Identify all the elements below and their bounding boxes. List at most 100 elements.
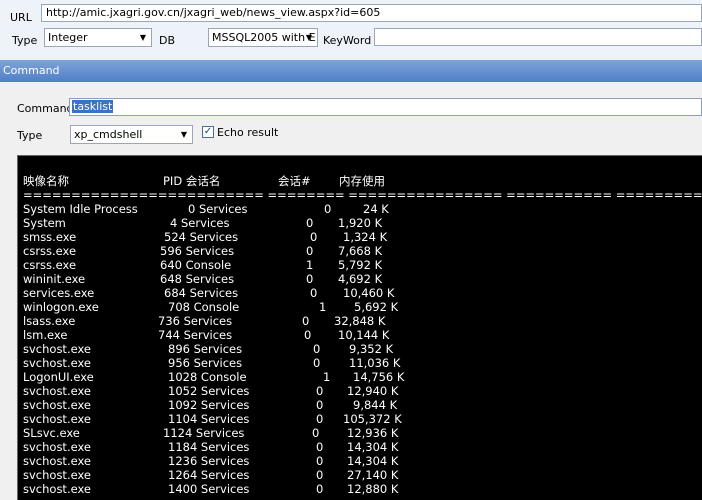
process-row: smss.exe 524 Services 0 1,324 K: [23, 230, 702, 244]
chevron-down-icon[interactable]: ▼: [178, 126, 190, 143]
process-mem-usage: 9,352 K: [349, 342, 394, 356]
command-type-select[interactable]: xp_cmdshell ▼: [70, 125, 193, 144]
process-row: csrss.exe 596 Services 0 7,668 K: [23, 244, 702, 258]
process-session-num: 1: [323, 370, 331, 384]
process-name: svchost.exe: [23, 454, 92, 468]
command-type-value: xp_cmdshell: [74, 128, 143, 141]
console-separator: ========================= ======== =====…: [23, 188, 702, 202]
process-pid-session: 596 Services: [160, 244, 235, 258]
process-name: svchost.exe: [23, 356, 92, 370]
process-name: svchost.exe: [23, 468, 92, 482]
process-row: System Idle Process 0 Services 0 24 K: [23, 202, 702, 216]
process-name: svchost.exe: [23, 440, 92, 454]
keyword-label: KeyWord: [323, 34, 372, 47]
process-name: svchost.exe: [23, 384, 92, 398]
keyword-input[interactable]: [374, 28, 702, 46]
console-output[interactable]: 映像名称 PID 会话名 会话# 内存使用 ======================…: [17, 155, 702, 500]
process-pid-session: 1028 Console: [168, 370, 247, 384]
header-session-num: 会话#: [278, 174, 311, 188]
process-mem-usage: 7,668 K: [338, 244, 383, 258]
process-name: svchost.exe: [23, 342, 92, 356]
command-label: Command: [17, 102, 74, 115]
process-name: System Idle Process: [23, 202, 138, 216]
checkmark-icon: ✓: [203, 126, 213, 137]
process-pid-session: 1052 Services: [168, 384, 250, 398]
process-session-num: 0: [310, 286, 318, 300]
process-session-num: 0: [306, 272, 314, 286]
process-name: LogonUI.exe: [23, 370, 94, 384]
process-mem-usage: 14,304 K: [347, 454, 399, 468]
header-mem-usage: 内存使用: [339, 174, 385, 188]
command-input[interactable]: tasklist: [69, 98, 702, 116]
process-name: svchost.exe: [23, 482, 92, 496]
process-mem-usage: 10,144 K: [338, 328, 390, 342]
process-session-num: 0: [302, 314, 310, 328]
process-mem-usage: 12,936 K: [347, 426, 399, 440]
process-row: svchost.exe 1052 Services 0 12,940 K: [23, 384, 702, 398]
process-mem-usage: 32,848 K: [334, 314, 386, 328]
process-session-num: 0: [312, 426, 320, 440]
process-name: System: [23, 216, 66, 230]
chevron-down-icon[interactable]: ▼: [137, 29, 149, 46]
process-row: svchost.exe 1092 Services 0 9,844 K: [23, 398, 702, 412]
process-session-num: 1: [306, 258, 314, 272]
process-name: svchost.exe: [23, 398, 92, 412]
process-pid-session: 1184 Services: [168, 440, 250, 454]
process-name: svchost.exe: [23, 412, 92, 426]
process-mem-usage: 105,372 K: [343, 412, 402, 426]
process-session-num: 0: [310, 230, 318, 244]
db-select-value: MSSQL2005 with E: [212, 31, 316, 44]
process-mem-usage: 5,792 K: [338, 258, 383, 272]
chevron-down-icon[interactable]: ▼: [303, 29, 315, 46]
process-mem-usage: 4,692 K: [338, 272, 383, 286]
process-session-num: 0: [304, 328, 312, 342]
process-mem-usage: 27,140 K: [347, 468, 399, 482]
process-row: System 4 Services 0 1,920 K: [23, 216, 702, 230]
db-select[interactable]: MSSQL2005 with E ▼: [208, 28, 318, 47]
process-mem-usage: 12,880 K: [347, 482, 399, 496]
process-row: svchost.exe 1184 Services 0 14,304 K: [23, 440, 702, 454]
process-mem-usage: 10,460 K: [343, 286, 395, 300]
console-header-row: 映像名称 PID 会话名 会话# 内存使用: [23, 174, 702, 188]
process-row: svchost.exe 956 Services 0 11,036 K: [23, 356, 702, 370]
process-name: services.exe: [23, 286, 95, 300]
type-select[interactable]: Integer ▼: [44, 28, 152, 47]
process-mem-usage: 1,920 K: [338, 216, 383, 230]
echo-result-label: Echo result: [217, 126, 279, 139]
process-session-num: 0: [316, 398, 324, 412]
process-session-num: 0: [313, 342, 321, 356]
process-session-num: 0: [316, 468, 324, 482]
process-session-num: 1: [319, 300, 327, 314]
process-pid-session: 1124 Services: [163, 426, 245, 440]
connection-panel: URL http://amic.jxagri.gov.cn/jxagri_web…: [0, 0, 702, 57]
process-pid-session: 744 Services: [158, 328, 233, 342]
url-label: URL: [10, 11, 32, 24]
process-mem-usage: 14,756 K: [353, 370, 405, 384]
process-pid-session: 956 Services: [168, 356, 243, 370]
process-name: smss.exe: [23, 230, 77, 244]
process-pid-session: 736 Services: [158, 314, 233, 328]
process-row: svchost.exe 1104 Services 0 105,372 K: [23, 412, 702, 426]
process-row: LogonUI.exe 1028 Console 1 14,756 K: [23, 370, 702, 384]
process-session-num: 0: [316, 454, 324, 468]
type-label: Type: [12, 34, 38, 47]
process-session-num: 0: [316, 384, 324, 398]
process-mem-usage: 1,324 K: [343, 230, 388, 244]
process-pid-session: 524 Services: [164, 230, 239, 244]
process-pid-session: 1092 Services: [168, 398, 250, 412]
process-pid-session: 896 Services: [168, 342, 243, 356]
echo-result-checkbox[interactable]: ✓: [202, 126, 214, 138]
url-input[interactable]: http://amic.jxagri.gov.cn/jxagri_web/new…: [41, 4, 702, 22]
process-pid-session: 1104 Services: [168, 412, 250, 426]
header-image-name: 映像名称: [23, 174, 69, 188]
process-name: winlogon.exe: [23, 300, 99, 314]
process-row: SLsvc.exe 1124 Services 0 12,936 K: [23, 426, 702, 440]
process-session-num: 0: [306, 216, 314, 230]
process-row: lsm.exe 744 Services 0 10,144 K: [23, 328, 702, 342]
process-pid-session: 684 Services: [164, 286, 239, 300]
process-session-num: 0: [316, 482, 324, 496]
process-row: svchost.exe 1236 Services 0 14,304 K: [23, 454, 702, 468]
process-session-num: 0: [324, 202, 332, 216]
process-mem-usage: 12,940 K: [347, 384, 399, 398]
process-row: svchost.exe 1400 Services 0 12,880 K: [23, 482, 702, 496]
